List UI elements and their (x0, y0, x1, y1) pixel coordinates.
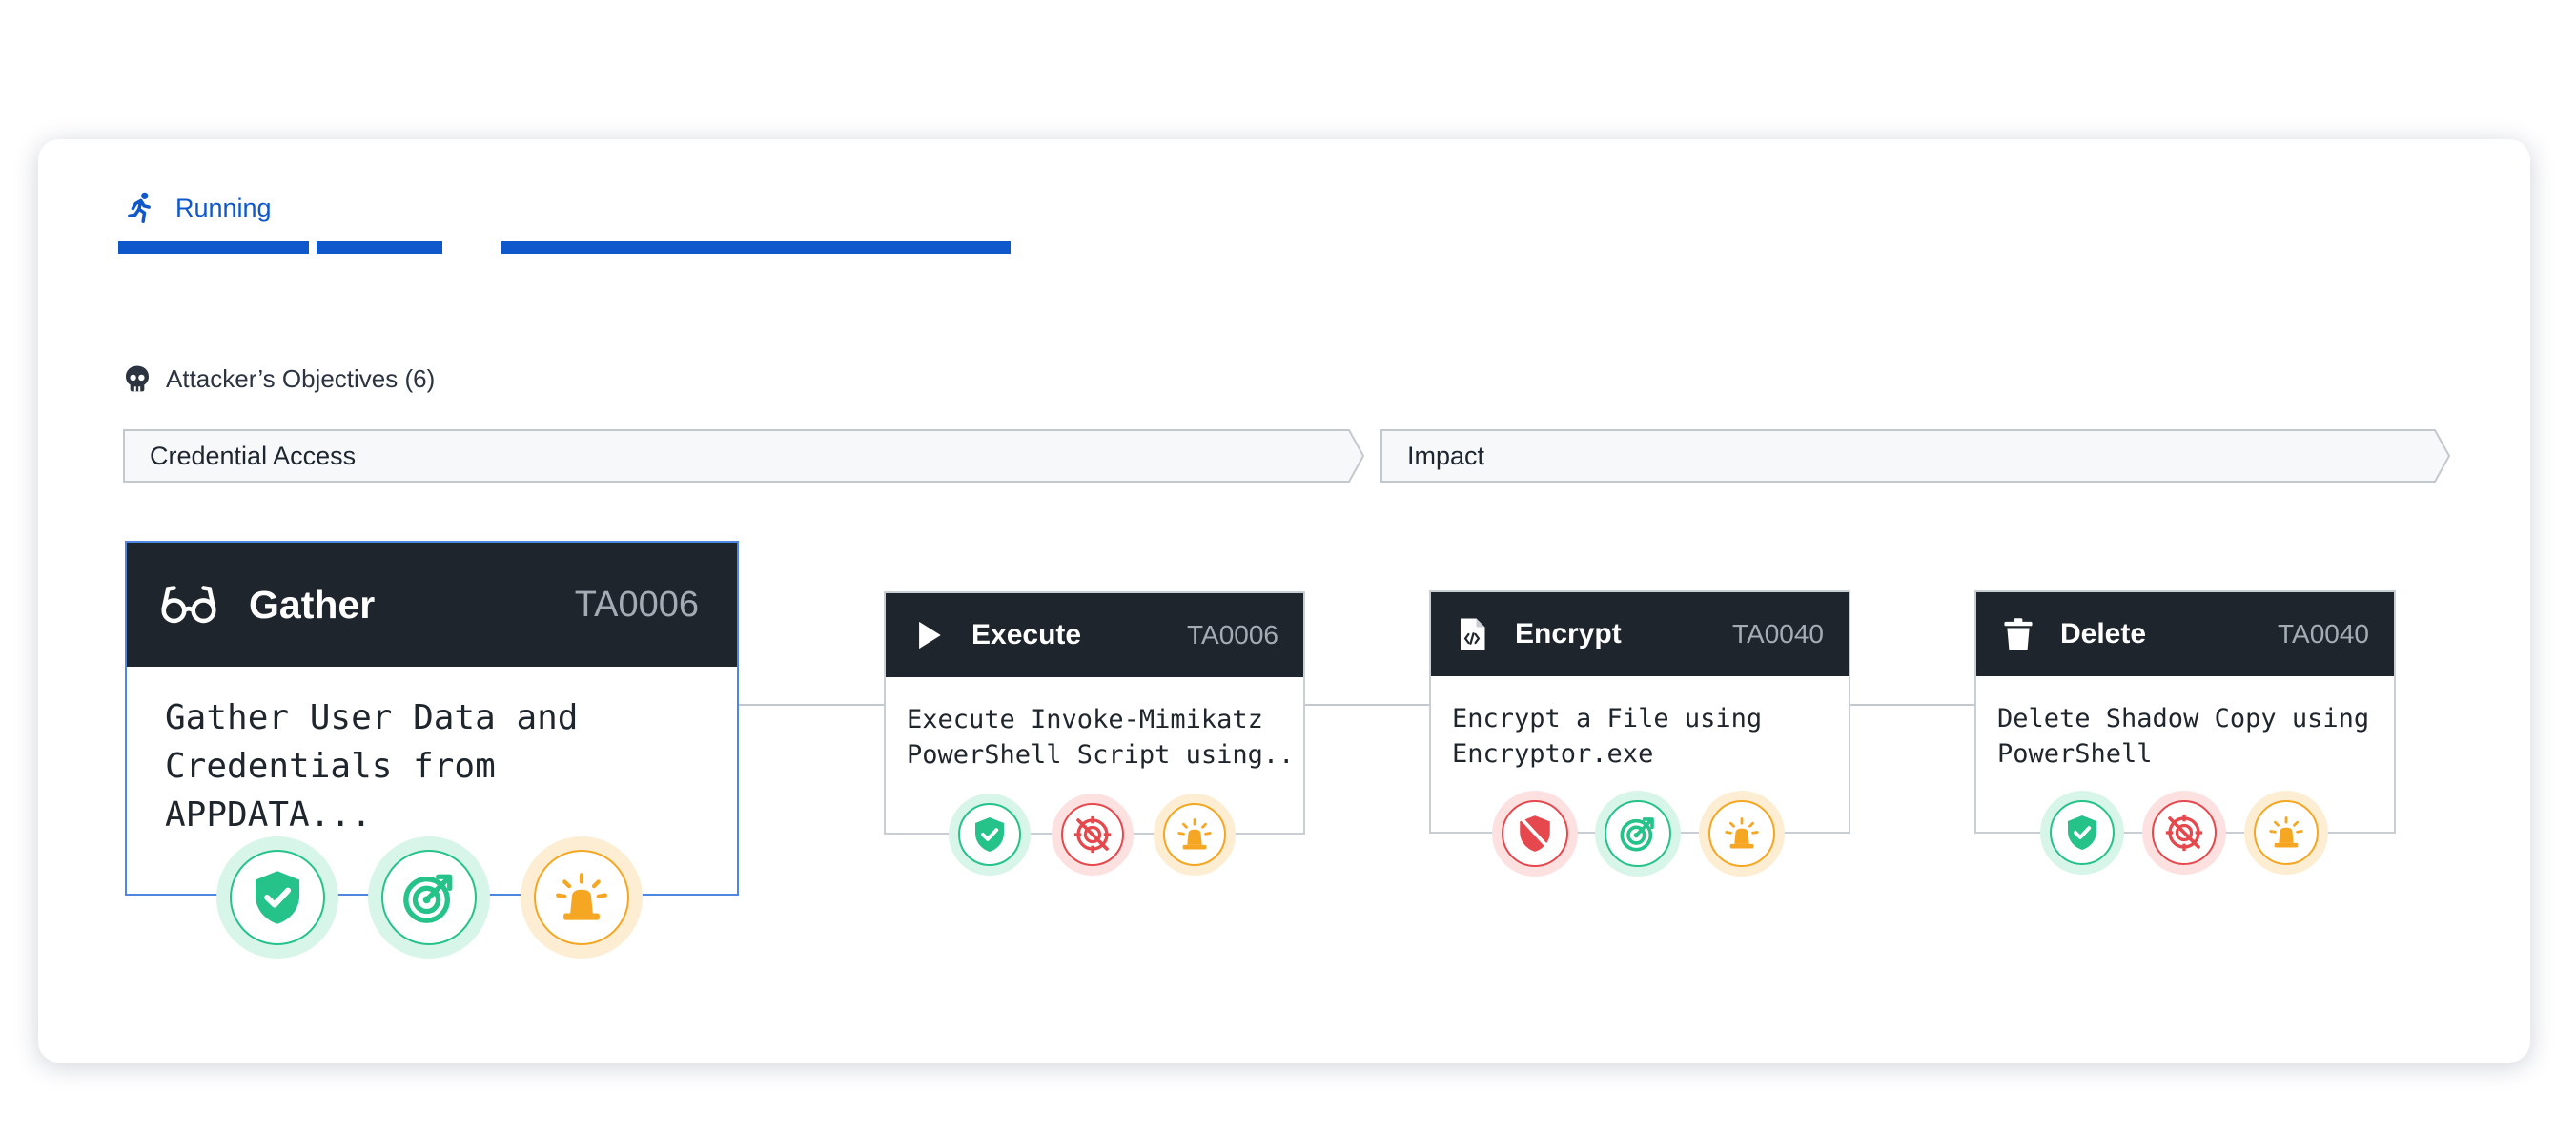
shield-check-icon (2068, 815, 2096, 850)
progress-segment (118, 241, 309, 254)
shield-check-icon (975, 817, 1004, 852)
alert-siren-icon (556, 873, 607, 920)
badge-ring (1163, 803, 1226, 866)
target-detect-icon (403, 874, 453, 923)
protection-badge[interactable] (216, 836, 338, 959)
progress-segment (317, 241, 442, 254)
tactic-credential-access[interactable]: Credential Access (123, 429, 1364, 483)
chevron-shape (1380, 429, 2450, 483)
protection-badge[interactable] (949, 794, 1031, 876)
target-off-icon (1073, 815, 1112, 854)
badge-ring (230, 850, 325, 945)
objectives-label: Attacker’s Objectives (6) (166, 363, 436, 393)
badge-ring (1605, 800, 1671, 867)
code-file-icon (1461, 618, 1485, 650)
alert-badge[interactable] (2244, 791, 2328, 875)
alert-siren-icon (2269, 816, 2303, 848)
badge-ring (2152, 800, 2217, 865)
card-code: TA0006 (1187, 620, 1278, 650)
skull-icon (126, 365, 149, 392)
flow-connector (1302, 704, 1432, 706)
tactic-label: Credential Access (150, 442, 357, 470)
status-label: Running (175, 193, 272, 222)
detection-badge[interactable] (1595, 791, 1681, 877)
flow-connector (1848, 704, 1977, 706)
alert-badge[interactable] (521, 836, 643, 959)
alert-badge[interactable] (1154, 794, 1236, 876)
running-person-icon (128, 192, 151, 223)
badge-ring (534, 850, 629, 945)
badge-ring (1061, 803, 1124, 866)
flow-connector (738, 704, 887, 706)
tactic-impact[interactable]: Impact (1380, 429, 2450, 483)
card-description: Encrypt a File using Encryptor.exe (1452, 704, 1763, 769)
alert-siren-icon (1725, 817, 1759, 849)
card-header: Delete TA0040 (1976, 592, 2394, 676)
card-code: TA0006 (574, 584, 699, 625)
target-detect-icon (1620, 817, 1654, 852)
badge-ring (1502, 800, 1568, 867)
badge-ring (958, 803, 1021, 866)
card-header: Execute TA0006 (886, 593, 1303, 677)
detection-badge[interactable] (368, 836, 490, 959)
card-title: Gather (249, 582, 376, 627)
objectives-heading: Attacker’s Objectives (6) (122, 362, 435, 395)
detection-badge[interactable] (2142, 791, 2226, 875)
protection-badge[interactable] (1492, 791, 1578, 877)
card-header: Encrypt TA0040 (1431, 592, 1849, 676)
card-description: Execute Invoke-Mimikatz PowerShell Scrip… (907, 705, 1295, 770)
protection-badge[interactable] (2040, 791, 2124, 875)
shield-check-icon (255, 871, 300, 924)
detection-badge[interactable] (1052, 794, 1134, 876)
shield-off-icon (1520, 815, 1550, 852)
play-icon (919, 621, 941, 650)
progress-segment (501, 241, 1011, 254)
card-code: TA0040 (1732, 619, 1824, 649)
card-header: Gather TA0006 (127, 543, 737, 667)
card-title: Execute (971, 619, 1082, 650)
badge-ring (381, 850, 477, 945)
card-description: Delete Shadow Copy using PowerShell (1997, 704, 2370, 769)
card-code: TA0040 (2278, 619, 2369, 649)
card-title: Encrypt (1515, 618, 1622, 650)
badge-ring (2254, 800, 2319, 865)
trash-icon (2004, 618, 2033, 650)
glasses-icon (161, 586, 216, 624)
card-title: Delete (2060, 618, 2147, 650)
alert-badge[interactable] (1699, 791, 1785, 877)
badge-ring (1708, 800, 1775, 867)
status-indicator: Running (122, 189, 272, 227)
alert-siren-icon (1177, 818, 1212, 850)
card-description: Gather User Data and Credentials from AP… (165, 698, 579, 835)
target-off-icon (2165, 814, 2203, 852)
tactic-label: Impact (1407, 442, 1485, 470)
badge-ring (2050, 800, 2115, 865)
